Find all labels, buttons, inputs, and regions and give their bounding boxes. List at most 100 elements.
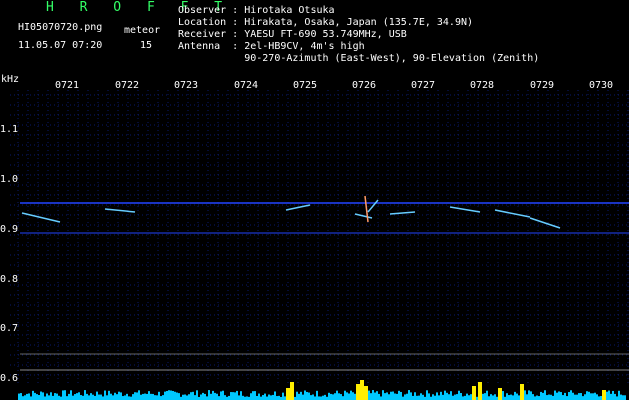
signal-level-bar: [342, 396, 344, 400]
signal-level-bar: [306, 391, 308, 400]
signal-level-bar: [352, 392, 354, 400]
signal-level-bar: [492, 395, 494, 400]
signal-level-bar: [110, 393, 112, 400]
signal-level-bar: [156, 395, 158, 400]
signal-level-bar: [536, 395, 538, 400]
freq-tick: 0.9: [0, 224, 19, 235]
signal-level-bar: [442, 394, 444, 400]
signal-level-bar: [466, 393, 468, 400]
signal-level-bar: [160, 396, 162, 400]
signal-level-bar: [166, 390, 168, 400]
signal-level-bar: [128, 396, 130, 400]
signal-level-bar: [26, 393, 28, 400]
signal-level-bar: [118, 391, 120, 400]
signal-level-bar: [338, 393, 340, 400]
signal-level-bar: [458, 390, 460, 400]
signal-level-bar: [374, 392, 376, 400]
signal-level-bar: [232, 392, 234, 400]
signal-peak-bar: [356, 384, 360, 400]
signal-level-bar: [174, 391, 176, 400]
signal-level-bar: [130, 396, 132, 400]
signal-level-bar: [304, 390, 306, 400]
signal-level-bar: [432, 394, 434, 400]
signal-level-bar: [416, 395, 418, 400]
signal-level-bar: [260, 396, 262, 400]
signal-level-bar: [586, 391, 588, 400]
signal-level-bar: [272, 394, 274, 400]
signal-level-bar: [584, 394, 586, 400]
signal-level-bar: [580, 393, 582, 400]
signal-level-bar: [388, 394, 390, 400]
signal-level-bar: [526, 394, 528, 400]
signal-level-bar: [138, 390, 140, 400]
signal-level-bar: [66, 396, 68, 400]
signal-level-bar: [270, 395, 272, 400]
signal-level-bar: [210, 393, 212, 400]
signal-level-bar: [444, 390, 446, 400]
signal-level-bar: [414, 392, 416, 400]
signal-level-bar: [34, 392, 36, 400]
signal-level-bar: [48, 395, 50, 400]
signal-level-bar: [52, 395, 54, 400]
signal-level-bar: [114, 392, 116, 400]
signal-level-bar: [552, 395, 554, 400]
signal-level-bar: [446, 392, 448, 400]
time-tick: 0722: [115, 80, 140, 91]
signal-level-bar: [190, 392, 192, 400]
signal-level-bar: [276, 396, 278, 400]
signal-level-bar: [390, 391, 392, 400]
signal-level-bar: [624, 395, 626, 400]
signal-level-bar: [70, 390, 72, 400]
signal-level-bar: [168, 390, 170, 400]
signal-level-bar: [106, 395, 108, 400]
signal-level-bar: [440, 391, 442, 400]
signal-level-bar: [162, 395, 164, 400]
signal-level-bar: [452, 395, 454, 400]
signal-level-bar: [148, 391, 150, 400]
signal-level-bar: [170, 390, 172, 400]
signal-level-bar: [68, 393, 70, 400]
signal-level-bar: [230, 392, 232, 400]
signal-level-bar: [146, 393, 148, 400]
signal-level-bar: [412, 395, 414, 400]
signal-level-bar: [192, 391, 194, 400]
signal-level-bar: [454, 394, 456, 400]
signal-level-bar: [74, 394, 76, 400]
signal-level-bar: [490, 394, 492, 400]
meteor-echo: [364, 195, 369, 223]
signal-level-bar: [524, 390, 526, 400]
signal-level-bar: [134, 392, 136, 400]
signal-level-bar: [590, 393, 592, 400]
spectrogram: [10, 90, 629, 400]
signal-level-bar: [136, 392, 138, 400]
signal-level-bar: [348, 393, 350, 400]
signal-level-bar: [142, 393, 144, 400]
signal-level-bar: [176, 392, 178, 400]
signal-level-bar: [550, 394, 552, 400]
signal-level-bar: [594, 392, 596, 400]
signal-level-bar: [418, 395, 420, 400]
signal-level-bar: [268, 394, 270, 400]
signal-level-bar: [206, 396, 208, 400]
signal-level-bar: [534, 396, 536, 400]
signal-level-bar: [266, 396, 268, 400]
signal-level-bar: [380, 396, 382, 400]
signal-level-bar: [622, 395, 624, 400]
signal-level-bar: [46, 393, 48, 400]
signal-level-bar: [300, 391, 302, 400]
signal-level-bar: [124, 395, 126, 400]
signal-level-bar: [354, 393, 356, 400]
signal-level-bar: [32, 390, 34, 400]
signal-level-bar: [224, 395, 226, 400]
signal-level-bar: [234, 392, 236, 400]
signal-level-bar: [256, 395, 258, 400]
signal-level-bar: [328, 392, 330, 400]
signal-level-bar: [376, 391, 378, 400]
signal-level-bar: [56, 393, 58, 400]
signal-level-bar: [204, 393, 206, 400]
signal-level-bar: [164, 391, 166, 400]
signal-level-bar: [450, 391, 452, 400]
signal-level-bar: [538, 396, 540, 400]
signal-level-bar: [144, 393, 146, 400]
signal-level-bar: [420, 393, 422, 400]
